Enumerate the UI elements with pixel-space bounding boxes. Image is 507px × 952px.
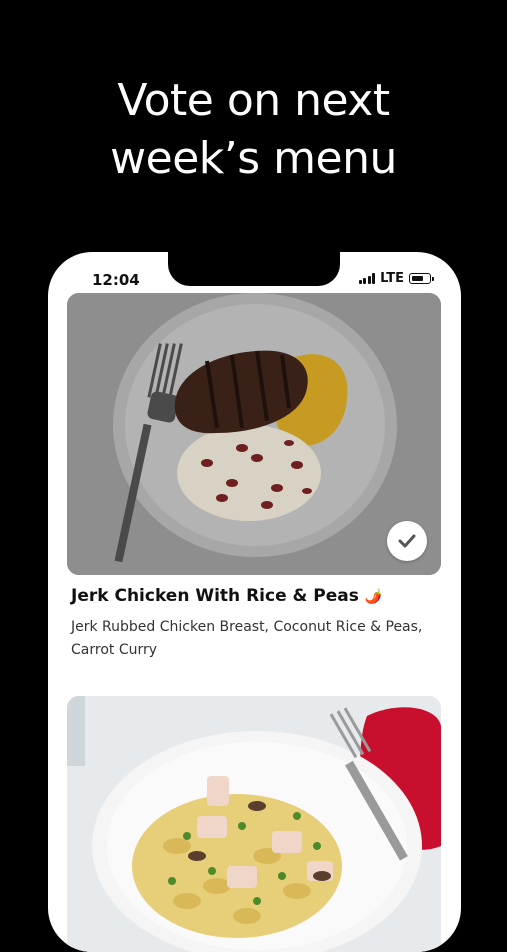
dish-description: Jerk Rubbed Chicken Breast, Coconut Rice… xyxy=(71,619,423,658)
headline-line-1: Vote on next xyxy=(117,75,390,126)
phone-notch xyxy=(168,252,340,286)
dish-photo xyxy=(67,293,441,575)
network-label: LTE xyxy=(380,271,404,286)
battery-icon xyxy=(409,273,434,284)
status-bar-right: LTE xyxy=(358,271,434,286)
dish-image-jerk-chicken[interactable] xyxy=(67,293,441,575)
headline-line-2: week’s menu xyxy=(110,133,397,184)
status-time: 12:04 xyxy=(92,271,140,289)
headline: Vote on next week’s menu xyxy=(0,72,507,188)
dish-image-pasta[interactable] xyxy=(67,696,441,952)
vote-checkmark-button[interactable] xyxy=(387,521,427,561)
dish-photo-2 xyxy=(67,696,441,952)
checkmark-icon xyxy=(398,534,416,548)
dish-title[interactable]: Jerk Chicken With Rice & Peas 🌶️ xyxy=(71,586,382,606)
signal-icon xyxy=(358,273,376,284)
phone-frame: 12:04 LTE Jerk Chicken With Rice & Peas … xyxy=(48,252,461,952)
dish-title-text: Jerk Chicken With Rice & Peas xyxy=(71,586,359,606)
chili-pepper-icon: 🌶️ xyxy=(364,589,383,605)
